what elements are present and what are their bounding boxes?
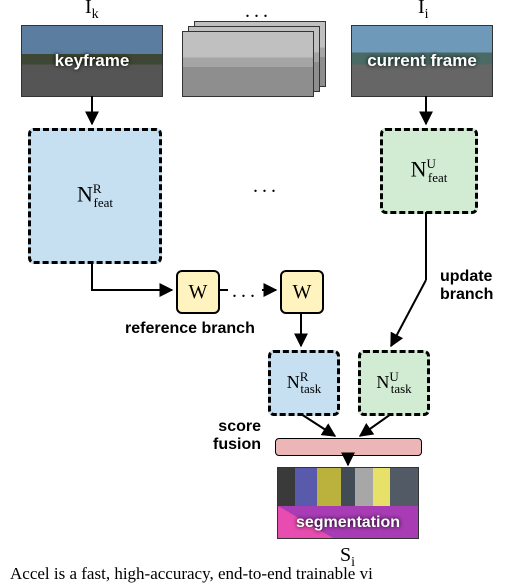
fusion-bar [275,438,422,456]
warp-box-1: W [176,270,220,314]
nu-task-label: NUtask [376,369,411,397]
intermediate-frames-stack [183,22,323,92]
current-frame-text: current frame [367,51,477,71]
update-branch-label: updatebranch [440,268,493,305]
nr-feat-box: NRfeat [28,128,162,264]
keyframe-text: keyframe [55,51,130,71]
score-fusion-label: scorefusion [213,418,261,455]
label-I-i: Ii [418,0,429,23]
segmentation-output: segmentation [278,468,418,538]
caption-fragment: Accel is a fast, high-accuracy, end-to-e… [10,564,373,584]
current-frame-image: current frame [352,26,492,96]
nr-task-label: NRtask [287,369,322,397]
warp-box-n: W [280,270,324,314]
dots-feat: ... [253,175,280,198]
keyframe-image: keyframe [22,26,162,96]
nr-task-box: NRtask [268,350,340,416]
nr-feat-label: NRfeat [77,181,113,211]
nu-feat-label: NUfeat [411,156,448,186]
reference-branch-label: reference branch [125,320,255,338]
dots-top: ... [245,0,272,23]
dots-w: ... [232,280,259,303]
nu-feat-box: NUfeat [380,128,478,214]
label-I-k: Ik [85,0,99,23]
nu-task-box: NUtask [358,350,430,416]
segmentation-text: segmentation [278,514,418,532]
